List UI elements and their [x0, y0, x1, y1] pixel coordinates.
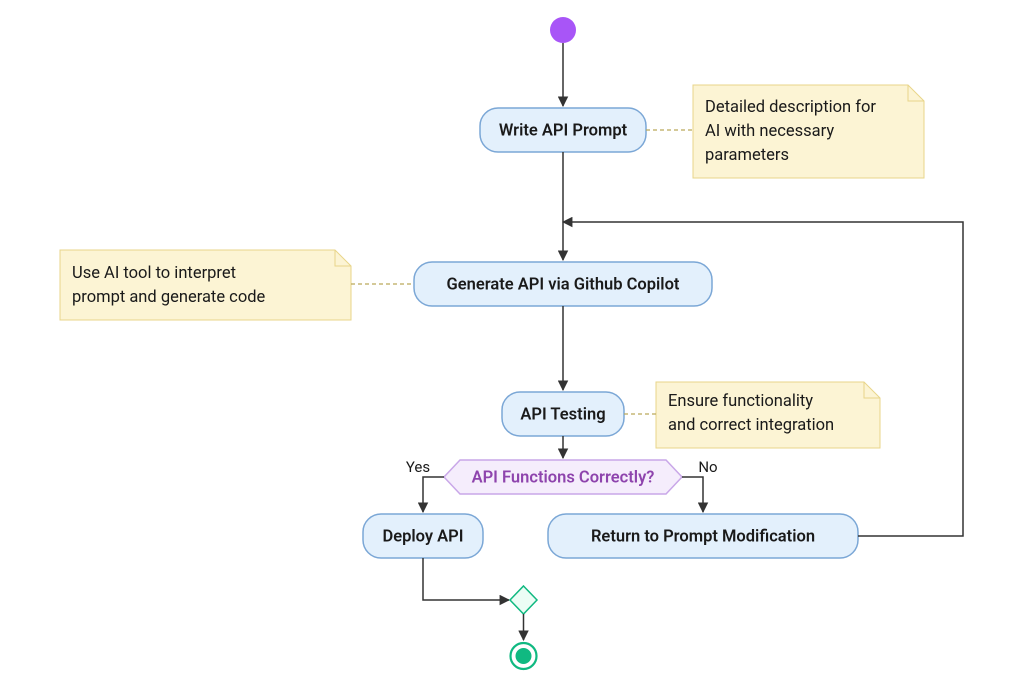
note-write-prompt-line1: Detailed description for [705, 98, 876, 117]
edge-decision-no [682, 477, 703, 512]
node-api-testing-label: API Testing [520, 405, 605, 424]
note-testing-line1: Ensure functionality [668, 392, 813, 411]
note-write-prompt-line2: AI with necessary [705, 122, 834, 141]
edge-decision-yes [423, 477, 444, 512]
start-node [550, 17, 576, 43]
node-write-api-prompt: Write API Prompt [480, 108, 646, 152]
note-generate-line1: Use AI tool to interpret [72, 264, 236, 283]
end-node [511, 643, 537, 669]
node-generate-api-label: Generate API via Github Copilot [447, 275, 680, 294]
node-return-modification-label: Return to Prompt Modification [591, 527, 815, 546]
note-write-prompt-line3: parameters [705, 146, 789, 165]
note-generate: Use AI tool to interpret prompt and gene… [60, 250, 351, 320]
note-testing-line2: and correct integration [668, 416, 834, 435]
node-decision-label: API Functions Correctly? [472, 468, 655, 487]
node-deploy-api: Deploy API [363, 514, 483, 558]
node-return-modification: Return to Prompt Modification [548, 514, 858, 558]
edge-deploy-merge [423, 558, 509, 600]
node-generate-api: Generate API via Github Copilot [414, 262, 712, 306]
node-write-api-prompt-label: Write API Prompt [499, 121, 628, 140]
node-merge [510, 586, 537, 614]
note-testing: Ensure functionality and correct integra… [656, 382, 880, 448]
note-write-prompt: Detailed description for AI with necessa… [693, 85, 924, 178]
node-decision: API Functions Correctly? [444, 460, 682, 494]
note-generate-line2: prompt and generate code [72, 288, 266, 307]
node-deploy-api-label: Deploy API [382, 527, 463, 546]
node-api-testing: API Testing [502, 392, 624, 436]
edge-label-no: No [698, 458, 717, 476]
edge-label-yes: Yes [406, 458, 430, 476]
